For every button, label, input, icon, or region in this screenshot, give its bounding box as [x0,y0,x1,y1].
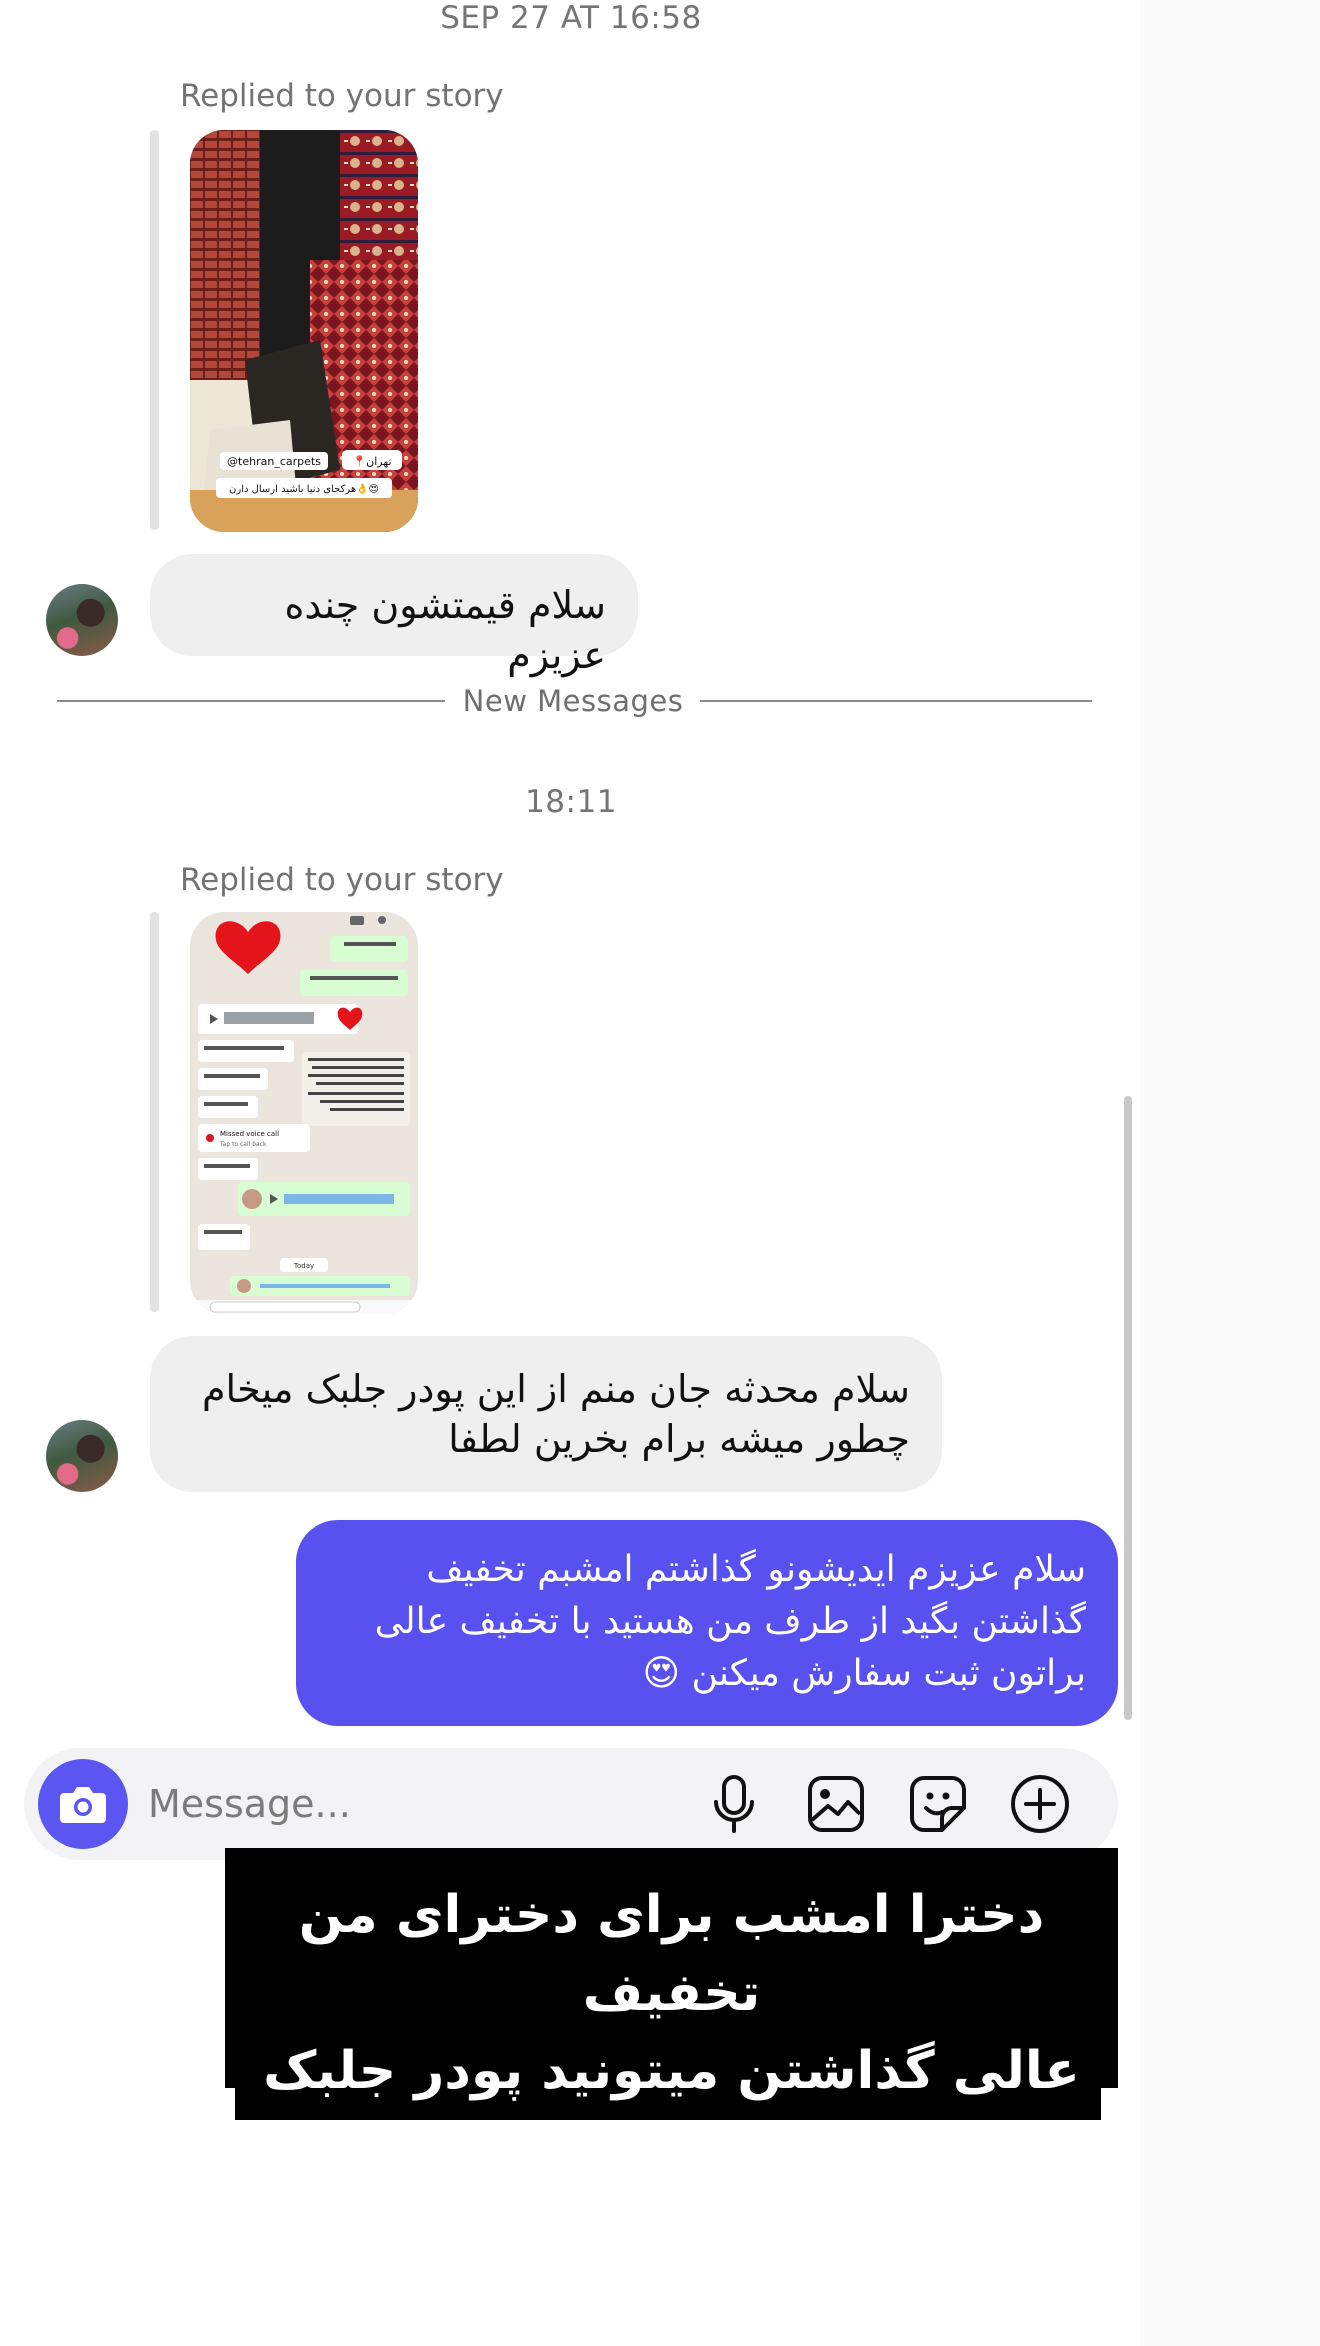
gallery-icon [808,1776,864,1832]
incoming-message-bubble[interactable]: سلام قیمتشون چنده عزیزم [150,554,638,677]
microphone-icon [714,1775,754,1833]
sender-avatar[interactable] [46,584,118,656]
caption-line: عالی گذاشتن میتونید پودر جلبک رو [263,2041,1080,2179]
story-caption-overlay: دخترا امشب برای دخترای من تخفیف عالی گذا… [225,1848,1118,2257]
gallery-button[interactable] [804,1772,868,1836]
more-options-button[interactable] [1008,1772,1072,1836]
outgoing-message-line: سلام عزیزم ایدیشونو گذاشتم امشبم تخفیف [426,1549,1086,1590]
microphone-button[interactable] [702,1772,766,1836]
right-gutter [1140,0,1320,2346]
timestamp-divider: 18:11 [525,784,617,820]
incoming-message-line: چطور میشه برام بخرین لطفا [448,1417,910,1461]
sender-avatar[interactable] [46,1420,118,1492]
carpet-shop-image: 📍تهران @tehran_carpets هرکجای دنیا باشید… [190,130,418,532]
story-thumbnail-carpets[interactable]: 📍تهران @tehran_carpets هرکجای دنیا باشید… [190,130,418,532]
new-messages-divider: New Messages [462,684,684,718]
chat-today-label: Today [293,1262,314,1270]
message-composer [24,1748,1118,1860]
chat-screenshot-image: Missed voice call Tap to call back Today [190,912,418,1314]
missed-call-subtitle: Tap to call back [219,1141,267,1148]
sticker-button[interactable] [906,1772,970,1836]
sticker-icon [910,1776,966,1832]
caption-line: دخترا امشب برای دخترای من تخفیف [298,1885,1045,2023]
story-location-tag: 📍تهران [352,455,391,468]
camera-icon [60,1787,106,1823]
plus-icon [1011,1775,1069,1833]
divider-line-right [700,700,1092,702]
timestamp-header: SEP 27 AT 16:58 [440,0,702,36]
scrollbar-thumb[interactable] [1124,1096,1132,1720]
story-reply-label: Replied to your story [180,78,504,114]
story-caption-tag: هرکجای دنیا باشید ارسال دارن👌😍 [229,483,379,495]
camera-button[interactable] [38,1759,128,1849]
outgoing-message-bubble[interactable]: سلام عزیزم ایدیشونو گذاشتم امشبم تخفیف گ… [296,1520,1118,1726]
reply-indicator-bar [150,130,159,530]
incoming-message-text: سلام قیمتشون چنده عزیزم [284,583,606,677]
outgoing-message-line: براتون ثبت سفارش میکنن 😍 [642,1653,1086,1694]
caption-text: دخترا امشب برای دخترای من تخفیف عالی گذا… [225,1876,1118,2266]
missed-call-title: Missed voice call [220,1130,279,1138]
story-thumbnail-chat[interactable]: Missed voice call Tap to call back Today [190,912,418,1314]
incoming-message-bubble[interactable]: سلام محدثه جان منم از این پودر جلبک میخا… [150,1336,942,1492]
reply-indicator-bar [150,912,159,1312]
outgoing-message-line: گذاشتن بگید از طرف من هستید با تخفیف عال… [374,1601,1086,1642]
divider-line-left [57,700,445,702]
message-input[interactable] [148,1772,688,1836]
caption-line: با تخفیف ویژه سفارش بدید😍 [287,2197,1056,2257]
story-reply-label: Replied to your story [180,862,504,898]
story-handle-tag: @tehran_carpets [227,455,321,468]
incoming-message-line: سلام محدثه جان منم از این پودر جلبک میخا… [202,1367,910,1411]
